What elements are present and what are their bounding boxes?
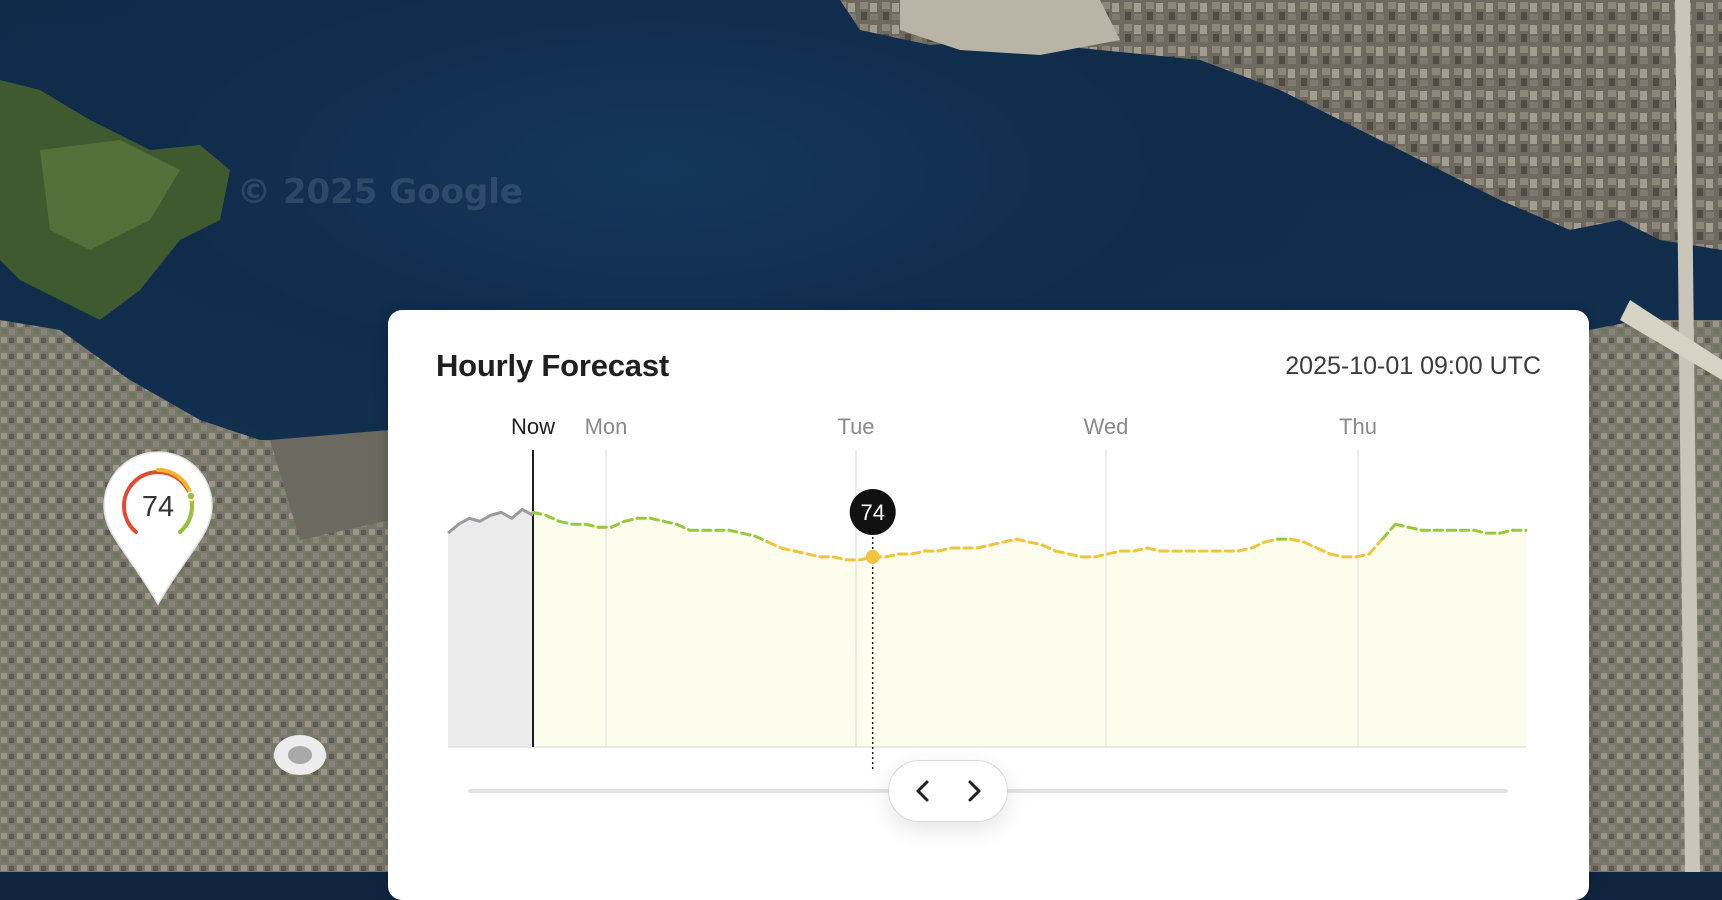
chevron-right-icon xyxy=(968,780,980,802)
map-watermark: © 2025 Google xyxy=(237,172,523,212)
day-label-tue: Tue xyxy=(837,414,874,439)
forecast-area xyxy=(533,512,1526,747)
timeline-nav xyxy=(888,760,1008,822)
history-area xyxy=(448,509,533,747)
chevron-left-icon xyxy=(916,780,928,802)
marker-aqi-value: 74 xyxy=(142,491,174,523)
prev-button[interactable] xyxy=(901,769,945,813)
day-label-thu: Thu xyxy=(1339,414,1377,439)
next-button[interactable] xyxy=(952,769,996,813)
aqi-map-marker[interactable]: 74 xyxy=(100,448,216,608)
hourly-aqi-chart[interactable]: Mon Tue Wed Thu Now 74 xyxy=(388,310,1589,780)
selected-value-text: 74 xyxy=(860,500,884,525)
now-label: Now xyxy=(511,414,555,439)
day-label-mon: Mon xyxy=(585,414,628,439)
day-label-wed: Wed xyxy=(1084,414,1129,439)
forecast-card: Hourly Forecast 2025-10-01 09:00 UTC Mon… xyxy=(388,310,1589,900)
selected-point[interactable] xyxy=(865,549,880,564)
